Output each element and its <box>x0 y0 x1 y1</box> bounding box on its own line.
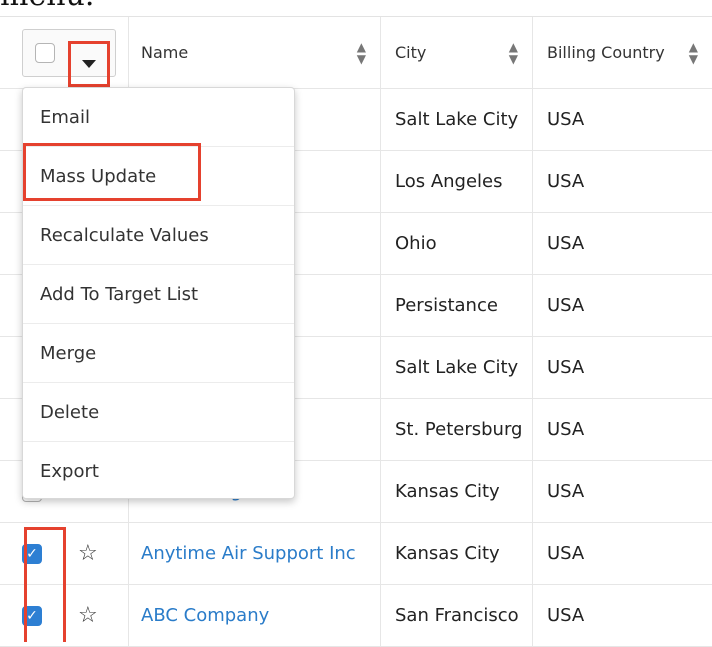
sort-arrows-icon[interactable]: ▲ ▼ <box>689 41 698 65</box>
table-row: ✓ ☆ ABC Company San Francisco USA <box>0 585 712 647</box>
menu-item-recalculate-values[interactable]: Recalculate Values <box>23 206 294 265</box>
city-value: San Francisco <box>395 605 519 626</box>
country-value: USA <box>547 357 585 378</box>
city-cell: Persistance <box>380 275 532 336</box>
city-cell: Ohio <box>380 213 532 274</box>
row-checkbox-cell: ✓ <box>22 523 70 584</box>
list-header: Name ▲ ▼ City ▲ ▼ Billing Country ▲ ▼ <box>0 17 712 89</box>
star-outline-icon[interactable]: ☆ <box>78 603 98 628</box>
country-cell: USA <box>532 213 712 274</box>
favorite-cell: ☆ <box>78 523 108 584</box>
city-value: Salt Lake City <box>395 357 519 378</box>
city-cell: Kansas City <box>380 461 532 522</box>
city-value: Kansas City <box>395 481 500 502</box>
country-cell: USA <box>532 337 712 398</box>
name-cell: ABC Company <box>128 585 380 646</box>
sort-arrows-icon[interactable]: ▲ ▼ <box>357 41 366 65</box>
country-value: USA <box>547 605 585 626</box>
table-row: ✓ ☆ Anytime Air Support Inc Kansas City USA <box>0 523 712 585</box>
favorite-cell: ☆ <box>78 585 108 646</box>
country-value: USA <box>547 543 585 564</box>
select-all-checkbox[interactable] <box>35 43 55 63</box>
menu-item-export[interactable]: Export <box>23 442 294 501</box>
mass-actions-dropdown-button[interactable] <box>68 41 110 87</box>
sort-arrows-icon[interactable]: ▲ ▼ <box>509 41 518 65</box>
row-checkbox[interactable]: ✓ <box>22 605 42 626</box>
column-header-name-label: Name <box>141 43 189 62</box>
country-cell: USA <box>532 399 712 460</box>
city-cell: Salt Lake City <box>380 337 532 398</box>
country-cell: USA <box>532 151 712 212</box>
record-name-link[interactable]: ABC Company <box>141 605 269 626</box>
city-value: St. Petersburg <box>395 419 523 440</box>
menu-item-delete[interactable]: Delete <box>23 383 294 442</box>
row-checkbox-cell: ✓ <box>22 585 70 646</box>
city-cell: San Francisco <box>380 585 532 646</box>
check-icon: ✓ <box>26 545 38 562</box>
check-icon: ✓ <box>26 607 38 624</box>
country-cell: USA <box>532 461 712 522</box>
menu-item-mass-update[interactable]: Mass Update <box>23 147 294 206</box>
row-checkbox[interactable]: ✓ <box>22 543 42 564</box>
city-cell: St. Petersburg <box>380 399 532 460</box>
city-cell: Kansas City <box>380 523 532 584</box>
column-header-city[interactable]: City ▲ ▼ <box>380 17 532 88</box>
mass-actions-menu: Email Mass Update Recalculate Values Add… <box>22 87 295 499</box>
country-value: USA <box>547 295 585 316</box>
menu-item-merge[interactable]: Merge <box>23 324 294 383</box>
country-cell: USA <box>532 523 712 584</box>
column-header-country-label: Billing Country <box>547 43 665 62</box>
country-value: USA <box>547 419 585 440</box>
city-value: Ohio <box>395 233 437 254</box>
menu-item-email[interactable]: Email <box>23 88 294 147</box>
city-value: Salt Lake City <box>395 109 519 130</box>
city-cell: Salt Lake City <box>380 89 532 150</box>
caret-down-icon <box>82 60 96 68</box>
record-name-link[interactable]: Anytime Air Support Inc <box>141 543 356 564</box>
menu-item-add-to-target-list[interactable]: Add To Target List <box>23 265 294 324</box>
partial-heading-text: menu. <box>0 0 94 13</box>
column-header-name[interactable]: Name ▲ ▼ <box>128 17 380 88</box>
name-cell: Anytime Air Support Inc <box>128 523 380 584</box>
column-header-country[interactable]: Billing Country ▲ ▼ <box>532 17 712 88</box>
country-value: USA <box>547 233 585 254</box>
city-value: Los Angeles <box>395 171 503 192</box>
country-cell: USA <box>532 275 712 336</box>
country-cell: USA <box>532 585 712 646</box>
country-value: USA <box>547 109 585 130</box>
country-value: USA <box>547 481 585 502</box>
country-value: USA <box>547 171 585 192</box>
city-value: Kansas City <box>395 543 500 564</box>
country-cell: USA <box>532 89 712 150</box>
column-header-city-label: City <box>395 43 427 62</box>
city-value: Persistance <box>395 295 498 316</box>
city-cell: Los Angeles <box>380 151 532 212</box>
star-outline-icon[interactable]: ☆ <box>78 541 98 566</box>
